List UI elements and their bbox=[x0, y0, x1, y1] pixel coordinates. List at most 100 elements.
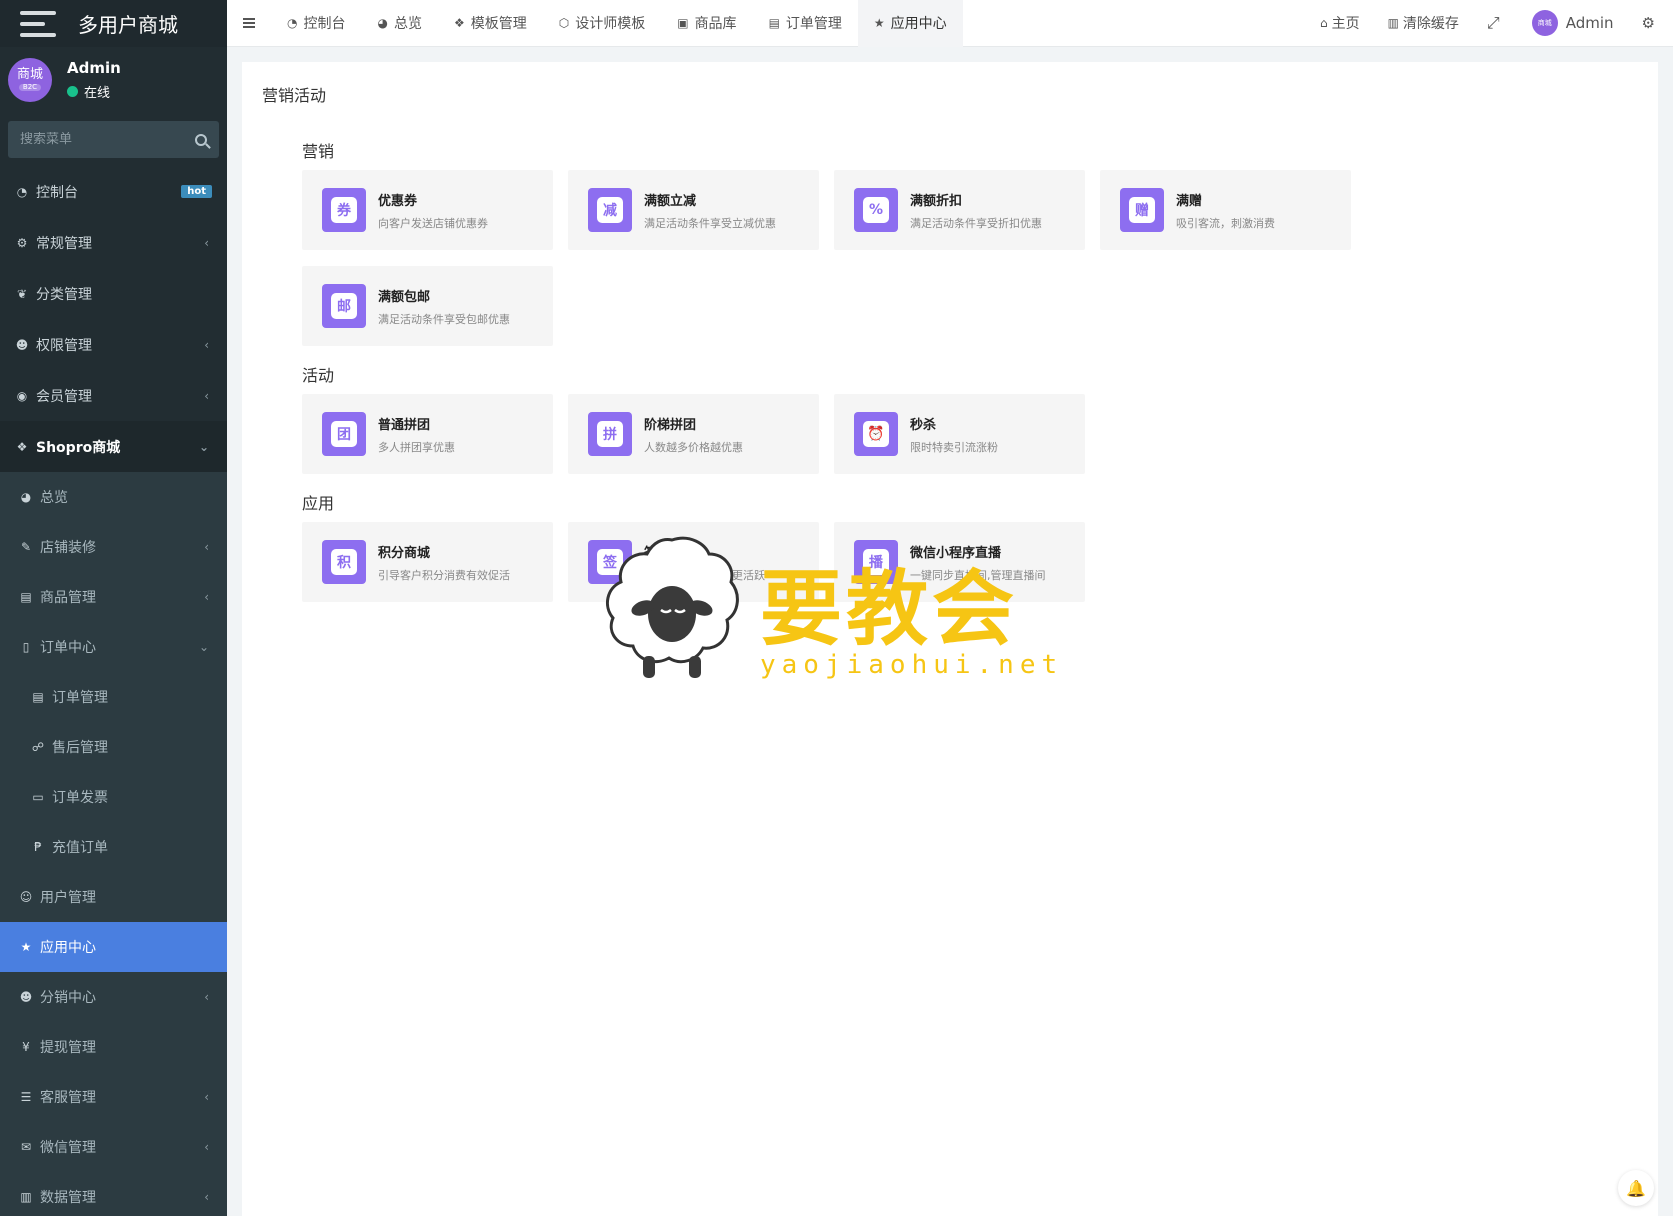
user-panel: 商城 B2C Admin 在线 bbox=[0, 47, 227, 112]
reduce-glyph: 减 bbox=[597, 197, 623, 223]
menu-search bbox=[8, 121, 219, 158]
sidebar-item-label: 商品管理 bbox=[40, 590, 96, 606]
card-coupon[interactable]: 券 优惠券 向客户发送店铺优惠券 bbox=[302, 170, 553, 250]
card-title: 满额折扣 bbox=[910, 193, 963, 209]
card-desc: 引导客户积分消费有效促活 bbox=[378, 568, 510, 582]
group-buy-icon: 团 bbox=[322, 412, 366, 456]
percent-icon: % bbox=[854, 188, 898, 232]
card-title: 阶梯拼团 bbox=[644, 417, 697, 433]
sidebar-item-label: 分销中心 bbox=[40, 990, 96, 1006]
chevron-left-icon: ‹ bbox=[204, 590, 209, 604]
search-icon[interactable] bbox=[195, 133, 207, 146]
tab-overview[interactable]: ◕ 总览 bbox=[361, 0, 437, 47]
sidebar-item-distribution[interactable]: ☻ 分销中心 ‹ bbox=[0, 972, 227, 1022]
fullscreen-button[interactable]: ⤢ bbox=[1473, 13, 1518, 33]
card-ladder-groupon[interactable]: 拼 阶梯拼团 人数越多价格越优惠 bbox=[568, 394, 819, 474]
card-title: 满额立减 bbox=[644, 193, 697, 209]
card-desc: 满足活动条件享受包邮优惠 bbox=[378, 312, 510, 326]
card-free-shipping[interactable]: 邮 满额包邮 满足活动条件享受包邮优惠 bbox=[302, 266, 553, 346]
home-link[interactable]: ⌂ 主页 bbox=[1306, 13, 1374, 33]
users-icon: ☻ bbox=[19, 990, 33, 1004]
card-full-discount[interactable]: % 满额折扣满足活动条件享受折扣优惠 bbox=[834, 170, 1085, 250]
sidebar-item-recharge[interactable]: ₱ 充值订单 bbox=[0, 822, 227, 872]
sidebar-item-member[interactable]: ◉ 会员管理 ‹ bbox=[0, 370, 227, 421]
shipping-icon: 邮 bbox=[322, 284, 366, 328]
sidebar-item-withdraw[interactable]: ¥ 提现管理 bbox=[0, 1022, 227, 1072]
tab-goods-library[interactable]: ▣ 商品库 bbox=[661, 0, 752, 47]
card-full-reduce[interactable]: 减 满额立减 满足活动条件享受立减优惠 bbox=[568, 170, 819, 250]
sidebar-item-service[interactable]: ☰ 客服管理 ‹ bbox=[0, 1072, 227, 1122]
sidebar-item-label: 订单发票 bbox=[52, 790, 108, 806]
card-desc: 满足活动条件享受折扣优惠 bbox=[910, 216, 1042, 230]
sidebar-item-shopro[interactable]: ❖ Shopro商城 ⌄ bbox=[0, 421, 227, 472]
live-tv-icon: 播 bbox=[854, 540, 898, 584]
database-glyph: 积 bbox=[331, 549, 357, 575]
tab-dashboard[interactable]: ◔ 控制台 bbox=[271, 0, 361, 47]
sidebar-item-order-manage[interactable]: ▤ 订单管理 bbox=[0, 672, 227, 722]
sidebar-item-app-center[interactable]: ★ 应用中心 bbox=[0, 922, 227, 972]
tab-order-manage[interactable]: ▤ 订单管理 bbox=[753, 0, 858, 47]
brand[interactable]: 多用户商城 bbox=[0, 0, 227, 47]
sidebar-item-label: 分类管理 bbox=[36, 286, 92, 303]
chevron-down-icon: ⌄ bbox=[198, 640, 209, 654]
card-title: 满赠 bbox=[1176, 193, 1203, 209]
notification-bell-icon[interactable]: 🔔 bbox=[1618, 1170, 1654, 1206]
sidebar-item-data[interactable]: ▥ 数据管理 ‹ bbox=[0, 1172, 227, 1216]
chevron-left-icon: ‹ bbox=[204, 235, 209, 250]
card-desc: 限时特卖引流涨粉 bbox=[910, 440, 998, 454]
tab-label: 总览 bbox=[393, 16, 422, 32]
card-live-stream[interactable]: 播 微信小程序直播 一键同步直播间,管理直播间 bbox=[834, 522, 1085, 602]
sidebar-item-invoice[interactable]: ▭ 订单发票 bbox=[0, 772, 227, 822]
user-icon: ☺ bbox=[19, 890, 33, 904]
tab-label: 应用中心 bbox=[890, 16, 947, 32]
card-title: 微信小程序直播 bbox=[910, 545, 1002, 561]
dropbox-icon: ❖ bbox=[16, 439, 28, 454]
sidebar-item-decorate[interactable]: ✎ 店铺装修 ‹ bbox=[0, 522, 227, 572]
file-text-icon: ▤ bbox=[32, 690, 44, 704]
sidebar-item-label: 微信管理 bbox=[40, 1140, 96, 1156]
tab-template[interactable]: ❖ 模板管理 bbox=[438, 0, 543, 47]
tab-app-center[interactable]: ★ 应用中心 bbox=[857, 0, 963, 47]
sidebar-item-order-center[interactable]: ▯ 订单中心 ⌄ bbox=[0, 622, 227, 672]
tab-designer-template[interactable]: ⬡ 设计师模板 bbox=[543, 0, 661, 47]
card-score-shop[interactable]: 积 积分商城 引导客户积分消费有效促活 bbox=[302, 522, 553, 602]
page-title: 营销活动 bbox=[262, 86, 327, 105]
clear-cache-button[interactable]: ▥ 清除缓存 bbox=[1374, 13, 1473, 33]
group-icon: ☻ bbox=[15, 337, 29, 352]
admin-menu[interactable]: 商城 Admin bbox=[1518, 10, 1628, 36]
settings-button[interactable]: ⚙ bbox=[1628, 14, 1673, 32]
section-title-app: 应用 bbox=[302, 494, 335, 513]
sidebar-item-general[interactable]: ⚙ 常规管理 ‹ bbox=[0, 217, 227, 268]
sidebar-item-label: 订单管理 bbox=[52, 690, 108, 706]
card-groupon[interactable]: 团 普通拼团 多人拼团享优惠 bbox=[302, 394, 553, 474]
chevron-left-icon: ‹ bbox=[204, 990, 209, 1004]
menu-search-input[interactable] bbox=[20, 132, 170, 147]
card-desc: 吸引客流，刺激消费 bbox=[1176, 216, 1275, 230]
trash-icon: ▥ bbox=[1387, 16, 1399, 30]
sidebar-item-goods[interactable]: ▤ 商品管理 ‹ bbox=[0, 572, 227, 622]
list-icon: ☰ bbox=[20, 1090, 32, 1104]
tab-label: 控制台 bbox=[303, 16, 346, 32]
pie-chart-icon: ◕ bbox=[20, 490, 32, 504]
ladder-group-glyph: 拼 bbox=[597, 421, 623, 447]
sidebar-item-auth[interactable]: ☻ 权限管理 ‹ bbox=[0, 319, 227, 370]
chevron-left-icon: ‹ bbox=[204, 1140, 209, 1154]
sidebar-item-dashboard[interactable]: ◔ 控制台 hot bbox=[0, 166, 227, 217]
sidebar-item-aftersale[interactable]: ☍ 售后管理 bbox=[0, 722, 227, 772]
tab-label: 商品库 bbox=[694, 16, 737, 32]
sidebar-toggle[interactable] bbox=[227, 18, 271, 28]
sidebar-item-category[interactable]: ❦ 分类管理 bbox=[0, 268, 227, 319]
home-icon: ⌂ bbox=[1319, 16, 1328, 30]
card-signin[interactable]: 签 签到 签到享好礼，客户更活跃 bbox=[568, 522, 819, 602]
sidebar-item-label: 总览 bbox=[40, 490, 68, 506]
avatar-sub: B2C bbox=[18, 83, 42, 92]
sidebar-item-wechat[interactable]: ✉ 微信管理 ‹ bbox=[0, 1122, 227, 1172]
sidebar-item-users[interactable]: ☺ 用户管理 bbox=[0, 872, 227, 922]
top-header: ◔ 控制台 ◕ 总览 ❖ 模板管理 ⬡ 设计师模板 ▣ 商品库 ▤ 订单管理 ★ 应用中心 ⌂… bbox=[227, 0, 1673, 47]
card-full-gift[interactable]: 赠 满赠 吸引客流，刺激消费 bbox=[1100, 170, 1351, 250]
cube-icon: ⬡ bbox=[558, 16, 570, 30]
sidebar-item-overview[interactable]: ◕ 总览 bbox=[0, 472, 227, 522]
shopping-bag-icon: ▣ bbox=[677, 16, 689, 30]
sidebar-item-label: 数据管理 bbox=[40, 1190, 96, 1206]
card-seckill[interactable]: ⏰ 秒杀 限时特卖引流涨粉 bbox=[834, 394, 1085, 474]
